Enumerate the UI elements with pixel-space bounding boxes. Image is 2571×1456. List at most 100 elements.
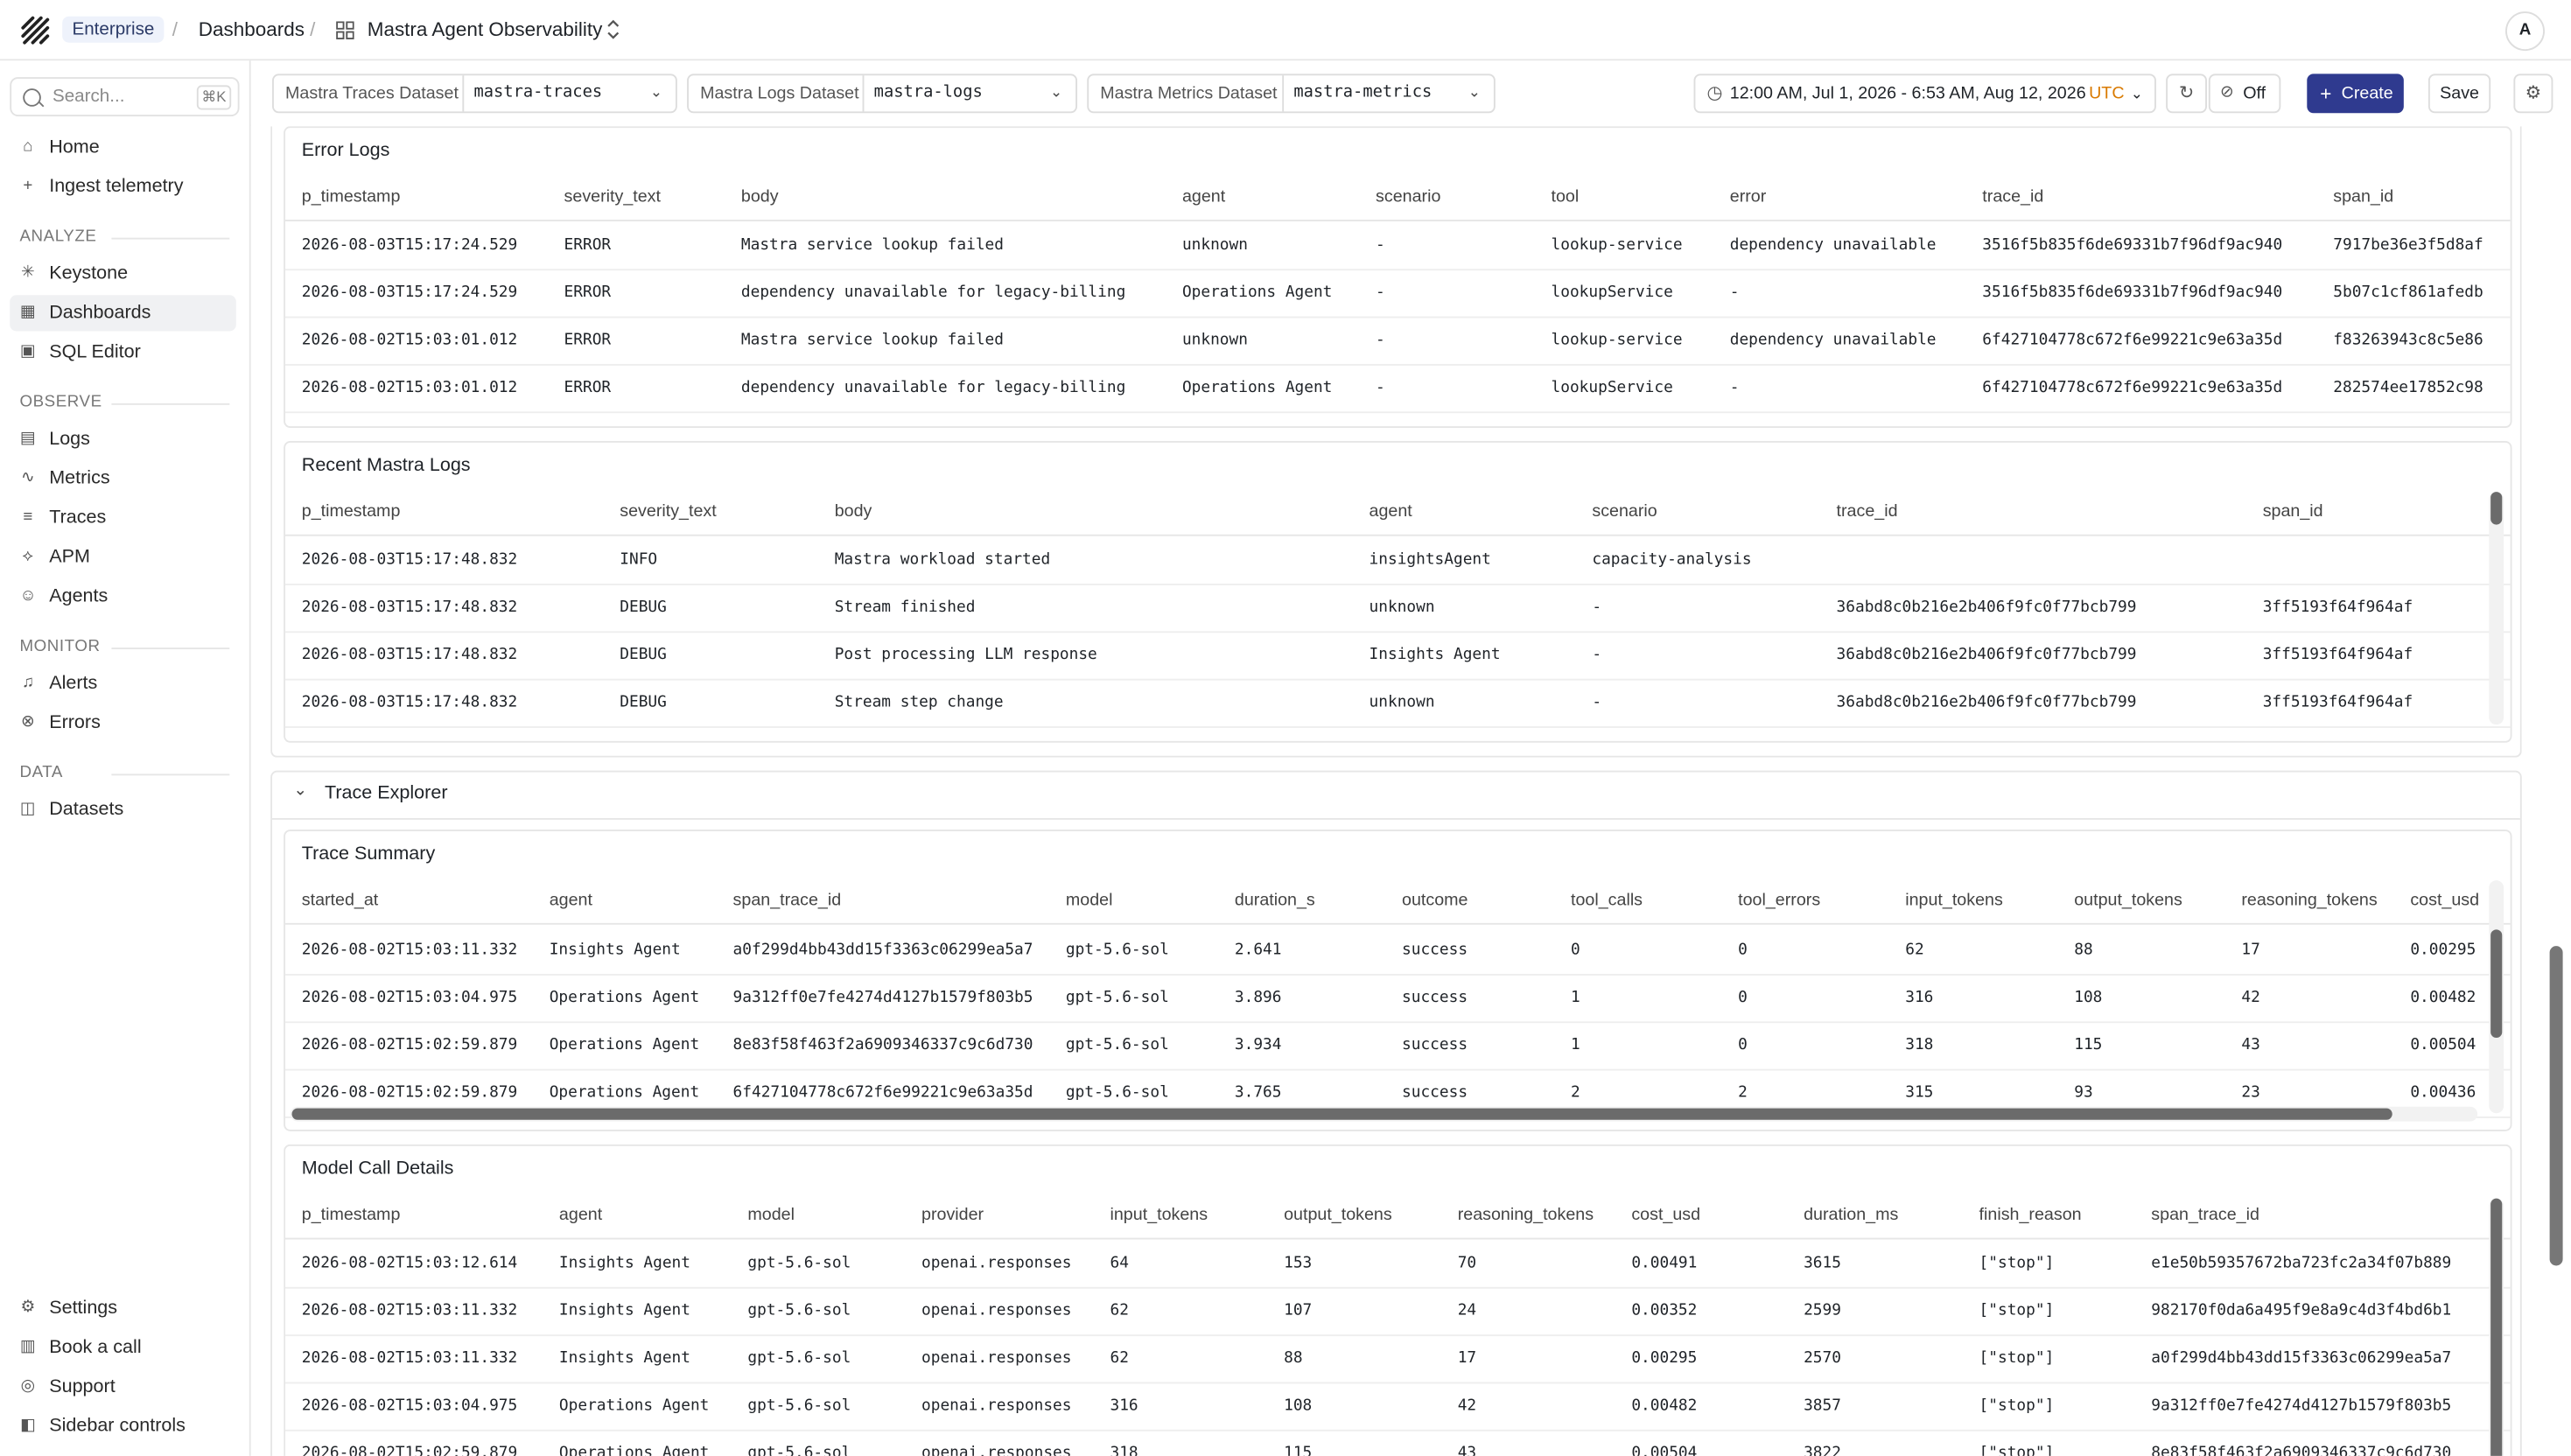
time-range-picker[interactable]: ◷ 12:00 AM, Jul 1, 2026 - 6:53 AM, Aug 1…: [1693, 74, 2156, 114]
column-header[interactable]: input_tokens: [1905, 877, 2003, 922]
vertical-scrollbar[interactable]: [2489, 492, 2504, 725]
sidebar-item-alerts[interactable]: ♫ Alerts: [10, 666, 236, 702]
column-header[interactable]: model: [1066, 877, 1113, 922]
column-header[interactable]: scenario: [1592, 488, 1657, 534]
column-header[interactable]: output_tokens: [2074, 877, 2182, 922]
column-header[interactable]: model: [747, 1192, 795, 1237]
sidebar-item-apm[interactable]: ⟡ APM: [10, 539, 236, 575]
column-header[interactable]: error: [1730, 174, 1767, 220]
save-button[interactable]: Save: [2427, 74, 2491, 114]
settings-button[interactable]: ⚙: [2513, 74, 2553, 114]
sidebar-item-metrics[interactable]: ∿ Metrics: [10, 461, 236, 497]
table-row[interactable]: 2026-08-02T15:02:59.879 Operations Agent 8…: [285, 1021, 2511, 1071]
column-header[interactable]: reasoning_tokens: [2241, 877, 2377, 922]
column-header[interactable]: span_id: [2263, 488, 2323, 534]
column-header[interactable]: span_trace_id: [2151, 1192, 2259, 1237]
scrollbar-thumb[interactable]: [2549, 946, 2563, 1266]
column-header[interactable]: severity_text: [564, 174, 661, 220]
table-row[interactable]: 2026-08-02T15:02:59.879 Operations Agent g…: [285, 1430, 2511, 1456]
scrollbar-thumb[interactable]: [2490, 929, 2503, 1039]
auto-refresh-toggle[interactable]: ⊘ Off: [2208, 74, 2281, 114]
table-row[interactable]: 2026-08-02T15:03:01.012 ERROR Mastra servi…: [285, 317, 2511, 366]
column-header[interactable]: span_id: [2333, 174, 2393, 220]
column-header[interactable]: cost_usd: [2410, 877, 2479, 922]
column-header[interactable]: span_trace_id: [733, 877, 842, 922]
sidebar-item-ingest-telemetry[interactable]: + Ingest telemetry: [10, 169, 236, 205]
table-row[interactable]: 2026-08-02T15:03:11.332 Insights Agent gpt…: [285, 1334, 2511, 1384]
page-scrollbar[interactable]: [2546, 126, 2566, 1456]
column-header[interactable]: tool_errors: [1738, 877, 1820, 922]
column-header[interactable]: body: [835, 488, 872, 534]
sidebar-item-logs[interactable]: ▤ Logs: [10, 422, 236, 458]
column-header[interactable]: agent: [559, 1192, 602, 1237]
vertical-scrollbar[interactable]: [2489, 1198, 2504, 1456]
column-header[interactable]: started_at: [302, 877, 379, 922]
column-header[interactable]: p_timestamp: [302, 174, 401, 220]
column-header[interactable]: severity_text: [620, 488, 716, 534]
column-header[interactable]: agent: [1370, 488, 1412, 534]
table-row[interactable]: 2026-08-03T15:17:48.832 DEBUG Post process…: [285, 631, 2511, 681]
sidebar-item-sidebar-controls[interactable]: ◧ Sidebar controls: [10, 1409, 236, 1445]
column-header[interactable]: duration_ms: [1804, 1192, 1898, 1237]
breadcrumb-dashboards[interactable]: Dashboards: [199, 0, 305, 59]
sidebar-item-home[interactable]: ⌂ Home: [10, 130, 236, 165]
refresh-button[interactable]: ↻: [2166, 74, 2208, 114]
column-header[interactable]: tool_calls: [1571, 877, 1643, 922]
scrollbar-thumb[interactable]: [291, 1108, 2392, 1120]
sidebar-item-support[interactable]: ◎ Support: [10, 1369, 236, 1405]
column-header[interactable]: reasoning_tokens: [1458, 1192, 1594, 1237]
table-row[interactable]: 2026-08-03T15:17:48.832 DEBUG Stream step …: [285, 679, 2511, 728]
column-header[interactable]: body: [741, 174, 779, 220]
table-row[interactable]: 2026-08-03T15:17:48.832 INFO Mastra worklo…: [285, 536, 2511, 585]
create-button[interactable]: + Create: [2307, 74, 2404, 114]
traces-dataset-select[interactable]: Mastra Traces Dataset mastra-traces ⌄: [272, 74, 677, 114]
column-header[interactable]: finish_reason: [1979, 1192, 2082, 1237]
column-header[interactable]: tool: [1552, 174, 1580, 220]
sidebar-item-agents[interactable]: ☺ Agents: [10, 578, 236, 614]
table-row[interactable]: 2026-08-03T15:17:24.529 ERROR dependency u…: [285, 269, 2511, 318]
logo-icon[interactable]: [18, 13, 51, 46]
sidebar-item-book-a-call[interactable]: ▥ Book a call: [10, 1330, 236, 1366]
sidebar-item-keystone[interactable]: ✳ Keystone: [10, 256, 236, 291]
column-header[interactable]: provider: [921, 1192, 984, 1237]
table-row[interactable]: 2026-08-03T15:17:48.832 DEBUG Stream finis…: [285, 584, 2511, 634]
breadcrumb-dashboard-name[interactable]: Mastra Agent Observability: [368, 0, 603, 59]
table-row[interactable]: 2026-08-03T15:17:24.529 ERROR Mastra servi…: [285, 221, 2511, 271]
column-header[interactable]: input_tokens: [1110, 1192, 1208, 1237]
scrollbar-thumb[interactable]: [2490, 1198, 2503, 1456]
sidebar-item-errors[interactable]: ⊗ Errors: [10, 705, 236, 741]
column-header[interactable]: cost_usd: [1631, 1192, 1700, 1237]
sidebar-item-traces[interactable]: ≡ Traces: [10, 500, 236, 536]
column-header[interactable]: agent: [550, 877, 592, 922]
section-header[interactable]: ⌄ Trace Explorer: [272, 773, 2520, 820]
table-row[interactable]: 2026-08-02T15:03:01.012 ERROR dependency u…: [285, 364, 2511, 414]
table-cell: 2599: [1804, 1301, 1841, 1320]
table-row[interactable]: 2026-08-02T15:03:04.975 Operations Agent g…: [285, 1382, 2511, 1432]
column-header[interactable]: duration_s: [1235, 877, 1315, 922]
search-input[interactable]: Search... ⌘K: [10, 77, 240, 117]
sidebar-item-dashboards[interactable]: ▦ Dashboards: [10, 295, 236, 332]
column-header[interactable]: trace_id: [1982, 174, 2043, 220]
column-header[interactable]: p_timestamp: [302, 1192, 401, 1237]
sidebar-item-sql-editor[interactable]: ▣ SQL Editor: [10, 334, 236, 370]
chevron-up-down-icon[interactable]: [606, 19, 620, 39]
sidebar-item-settings[interactable]: ⚙ Settings: [10, 1291, 236, 1326]
metrics-dataset-select[interactable]: Mastra Metrics Dataset mastra-metrics ⌄: [1087, 74, 1496, 114]
logs-dataset-select[interactable]: Mastra Logs Dataset mastra-logs ⌄: [687, 74, 1078, 114]
table-row[interactable]: 2026-08-02T15:03:12.614 Insights Agent gpt…: [285, 1240, 2511, 1289]
scrollbar-thumb[interactable]: [2490, 492, 2503, 525]
horizontal-scrollbar[interactable]: [290, 1106, 2478, 1122]
column-header[interactable]: trace_id: [1837, 488, 1898, 534]
chevron-down-icon[interactable]: ⌄: [293, 782, 307, 801]
vertical-scrollbar[interactable]: [2489, 880, 2504, 1114]
sidebar-item-datasets[interactable]: ◫ Datasets: [10, 792, 236, 828]
table-row[interactable]: 2026-08-02T15:03:11.332 Insights Agent gpt…: [285, 1287, 2511, 1337]
table-row[interactable]: 2026-08-02T15:03:04.975 Operations Agent 9…: [285, 974, 2511, 1024]
column-header[interactable]: output_tokens: [1284, 1192, 1392, 1237]
column-header[interactable]: p_timestamp: [302, 488, 401, 534]
column-header[interactable]: outcome: [1402, 877, 1468, 922]
table-row[interactable]: 2026-08-02T15:03:11.332 Insights Agent a0f…: [285, 927, 2511, 976]
avatar[interactable]: A: [2505, 11, 2545, 52]
column-header[interactable]: agent: [1182, 174, 1225, 220]
column-header[interactable]: scenario: [1376, 174, 1440, 220]
